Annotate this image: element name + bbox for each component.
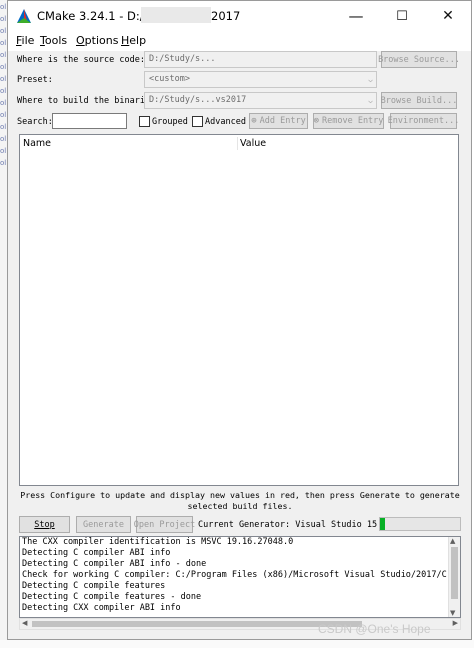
browse-source-button[interactable]: Browse Source...	[378, 51, 460, 68]
output-line: Check for working C compiler: C:/Program…	[22, 570, 447, 580]
output-line: The CXX compiler identification is MSVC …	[22, 537, 294, 547]
add-entry-button[interactable]: ⊕ Add Entry	[249, 113, 308, 129]
source-path-value: D:/Study/s...	[149, 54, 216, 64]
scroll-right-icon[interactable]: ▶	[453, 619, 458, 627]
title-redaction	[141, 7, 211, 23]
strip-glyph: ol	[0, 87, 7, 95]
cmake-window: CMake 3.24.1 - D:/Stud 2017 — ☐ ✕ File T…	[7, 0, 472, 640]
strip-glyph: ol	[0, 27, 7, 35]
grouped-label: Grouped	[152, 117, 188, 127]
menu-tools[interactable]: Tools	[40, 34, 67, 47]
browse-build-button[interactable]: Browse Build...	[381, 92, 457, 109]
binaries-label: Where to build the binaries:	[17, 96, 161, 106]
maximize-button[interactable]: ☐	[379, 1, 425, 31]
search-input[interactable]	[52, 113, 127, 129]
minimize-button[interactable]: —	[333, 1, 379, 31]
preset-combo[interactable]: <custom> ⌵	[144, 71, 377, 88]
menu-file[interactable]: File	[16, 34, 34, 47]
hscroll-thumb[interactable]	[32, 621, 362, 627]
strip-glyph: ol	[0, 123, 7, 131]
remove-icon: ⊗	[313, 116, 319, 126]
window-title-suffix: 2017	[211, 9, 241, 23]
scroll-up-icon[interactable]: ▲	[450, 537, 455, 545]
output-log[interactable]: The CXX compiler identification is MSVC …	[19, 536, 461, 618]
bottom-strip	[0, 640, 474, 648]
header-divider	[237, 137, 238, 150]
output-line: Detecting C compiler ABI info - done	[22, 559, 207, 569]
scroll-left-icon[interactable]: ◀	[22, 619, 27, 627]
strip-glyph: ol	[0, 159, 7, 167]
advanced-checkbox[interactable]	[192, 116, 203, 127]
chevron-down-icon: ⌵	[368, 96, 373, 105]
strip-glyph: ol	[0, 135, 7, 143]
grouped-checkbox[interactable]	[139, 116, 150, 127]
strip-glyph: ol	[0, 51, 7, 59]
strip-glyph: ol	[0, 15, 7, 23]
source-path-field[interactable]: D:/Study/s...	[144, 51, 377, 68]
cache-table[interactable]: Name Value	[19, 134, 459, 486]
menu-help[interactable]: Help	[121, 34, 146, 47]
watermark: CSDN @One's Hope	[318, 622, 431, 636]
generate-button[interactable]: Generate	[76, 516, 131, 533]
column-header-name[interactable]: Name	[23, 138, 51, 149]
vertical-scrollbar[interactable]: ▲ ▼	[448, 537, 460, 617]
open-project-button[interactable]: Open Project	[134, 516, 195, 533]
preset-label: Preset:	[17, 75, 53, 85]
progress-fill	[380, 518, 385, 530]
cmake-logo-icon	[17, 9, 31, 23]
remove-entry-button[interactable]: ⊗ Remove Entry	[313, 113, 384, 129]
background-strip: ol ol ol ol ol ol ol ol ol ol ol ol ol ol	[0, 0, 7, 648]
title-bar: CMake 3.24.1 - D:/Stud 2017 — ☐ ✕	[8, 1, 471, 31]
add-entry-label: Add Entry	[259, 116, 306, 126]
remove-entry-label: Remove Entry	[322, 116, 384, 126]
source-label: Where is the source code:	[17, 55, 145, 65]
menu-bar: File Tools Options Help	[8, 31, 471, 51]
output-line: Detecting C compile features - done	[22, 592, 202, 602]
configure-hint: Press Configure to update and display ne…	[20, 490, 460, 511]
search-label: Search:	[17, 117, 53, 127]
strip-glyph: ol	[0, 63, 7, 71]
scroll-thumb[interactable]	[451, 547, 458, 599]
add-icon: ⊕	[251, 116, 257, 126]
output-lines: The CXX compiler identification is MSVC …	[20, 537, 460, 614]
environment-button[interactable]: Environment...	[388, 113, 459, 129]
strip-glyph: ol	[0, 75, 7, 83]
preset-value: <custom>	[149, 74, 190, 84]
output-line: Detecting C compiler ABI info	[22, 548, 171, 558]
current-generator-label: Current Generator: Visual Studio 15 2017	[198, 520, 403, 530]
progress-bar	[379, 517, 461, 531]
scroll-down-icon[interactable]: ▼	[450, 609, 455, 617]
output-line: Detecting CXX compiler ABI info	[22, 603, 181, 613]
output-line: Detecting C compile features	[22, 581, 166, 591]
chevron-down-icon: ⌵	[368, 75, 373, 84]
stop-button[interactable]: Stop	[19, 516, 70, 533]
strip-glyph: ol	[0, 99, 7, 107]
close-button[interactable]: ✕	[425, 1, 471, 31]
stop-label: Stop	[34, 519, 55, 530]
strip-glyph: ol	[0, 39, 7, 47]
strip-glyph: ol	[0, 3, 7, 11]
strip-glyph: ol	[0, 147, 7, 155]
binaries-path-combo[interactable]: D:/Study/s...vs2017 ⌵	[144, 92, 377, 109]
menu-options[interactable]: Options	[76, 34, 118, 47]
strip-glyph: ol	[0, 111, 7, 119]
binaries-path-value: D:/Study/s...vs2017	[149, 95, 247, 105]
advanced-label: Advanced	[205, 117, 246, 127]
column-header-value[interactable]: Value	[240, 138, 266, 149]
